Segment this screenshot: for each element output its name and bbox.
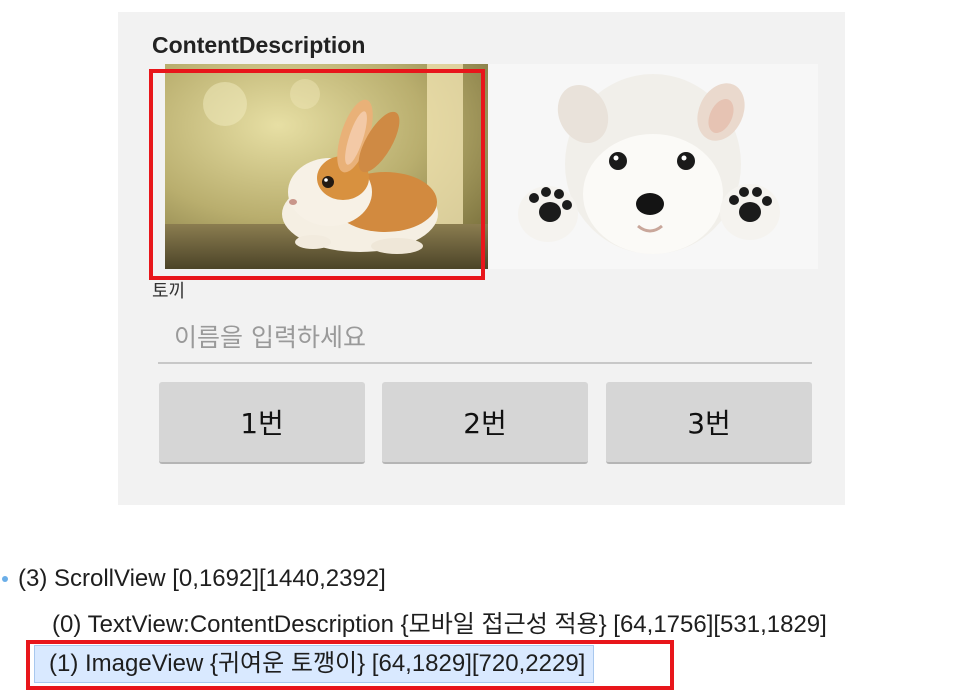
tree-row-label: (1) ImageView {귀여운 토깽이} [64,1829][720,22…: [49, 650, 586, 677]
tree-row-label: (0) TextView:ContentDescription {모바일 접근성…: [52, 611, 827, 638]
tree-row-textview[interactable]: (0) TextView:ContentDescription {모바일 접근성…: [52, 604, 827, 639]
app-screen: ContentDescription 토끼 이름을 입력하세요 1번 2번 3번: [118, 12, 845, 505]
image-caption: 토끼: [152, 281, 186, 302]
button-3[interactable]: 3번: [606, 382, 812, 464]
tree-row-imageview-selected[interactable]: (1) ImageView {귀여운 토깽이} [64,1829][720,22…: [34, 645, 595, 683]
expand-icon[interactable]: [2, 576, 8, 582]
name-input[interactable]: [158, 312, 812, 364]
button-2[interactable]: 2번: [382, 382, 588, 464]
content-description-title: ContentDescription: [152, 32, 366, 58]
tree-row-scrollview[interactable]: (3) ScrollView [0,1692][1440,2392]: [18, 565, 386, 593]
puppy-image[interactable]: [488, 64, 818, 269]
button-1[interactable]: 1번: [159, 382, 365, 464]
tree-row-label: (3) ScrollView [0,1692][1440,2392]: [18, 565, 386, 592]
rabbit-image[interactable]: [165, 64, 488, 269]
view-hierarchy-tree: (3) ScrollView [0,1692][1440,2392] (0) T…: [0, 558, 974, 695]
